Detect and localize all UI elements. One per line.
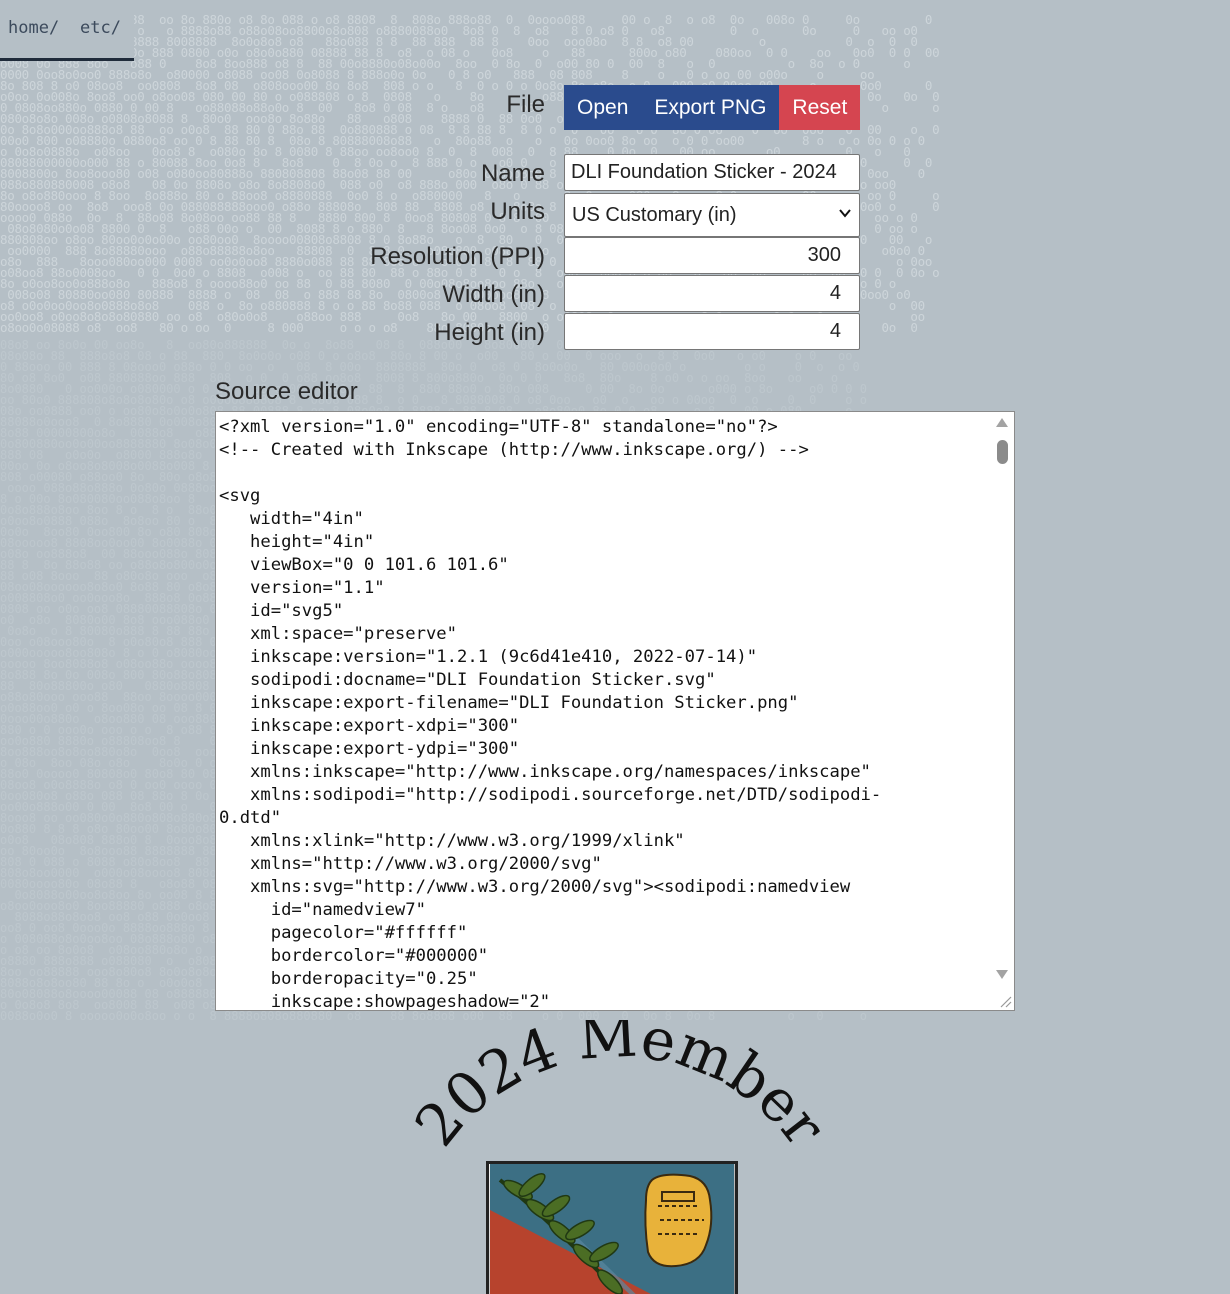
resolution-input[interactable] xyxy=(564,237,860,274)
chevron-down-icon xyxy=(839,209,851,218)
resize-grip-icon[interactable] xyxy=(998,994,1012,1008)
sticker-arc-text: 2024 Member xyxy=(402,1020,839,1159)
file-label: File xyxy=(506,91,545,118)
units-select[interactable]: US Customary (in) xyxy=(564,193,860,237)
sticker-preview: 2024 Member xyxy=(400,1020,840,1294)
units-label: Units xyxy=(490,198,545,225)
width-input[interactable] xyxy=(564,275,860,312)
width-label: Width (in) xyxy=(442,281,545,308)
name-label: Name xyxy=(480,160,545,187)
editor-scrollbar[interactable] xyxy=(990,412,1014,1010)
units-selected-value: US Customary (in) xyxy=(572,204,737,226)
breadcrumb-home-link[interactable]: home/ xyxy=(8,18,59,38)
file-button-group: Open Export PNG Reset xyxy=(564,85,861,130)
breadcrumb: home/ etc/ xyxy=(0,0,134,61)
source-code: <?xml version="1.0" encoding="UTF-8" sta… xyxy=(219,417,882,1011)
breadcrumb-etc-link[interactable]: etc/ xyxy=(80,18,121,38)
resolution-label: Resolution (PPI) xyxy=(370,243,545,270)
scroll-up-arrow-icon[interactable] xyxy=(996,418,1008,427)
scroll-down-arrow-icon[interactable] xyxy=(996,970,1008,979)
export-png-button[interactable]: Export PNG xyxy=(641,85,780,130)
source-editor-title: Source editor xyxy=(215,378,358,405)
source-editor-textarea[interactable]: <?xml version="1.0" encoding="UTF-8" sta… xyxy=(215,411,1015,1011)
height-input[interactable] xyxy=(564,313,860,350)
scroll-thumb[interactable] xyxy=(997,440,1008,464)
open-button[interactable]: Open xyxy=(564,85,642,130)
reset-button[interactable]: Reset xyxy=(779,85,861,130)
height-label: Height (in) xyxy=(434,319,545,346)
name-input[interactable] xyxy=(564,154,860,191)
ancient-tablet-icon xyxy=(644,1173,713,1268)
sticker-preview-image: 2024 Member xyxy=(402,1020,839,1294)
